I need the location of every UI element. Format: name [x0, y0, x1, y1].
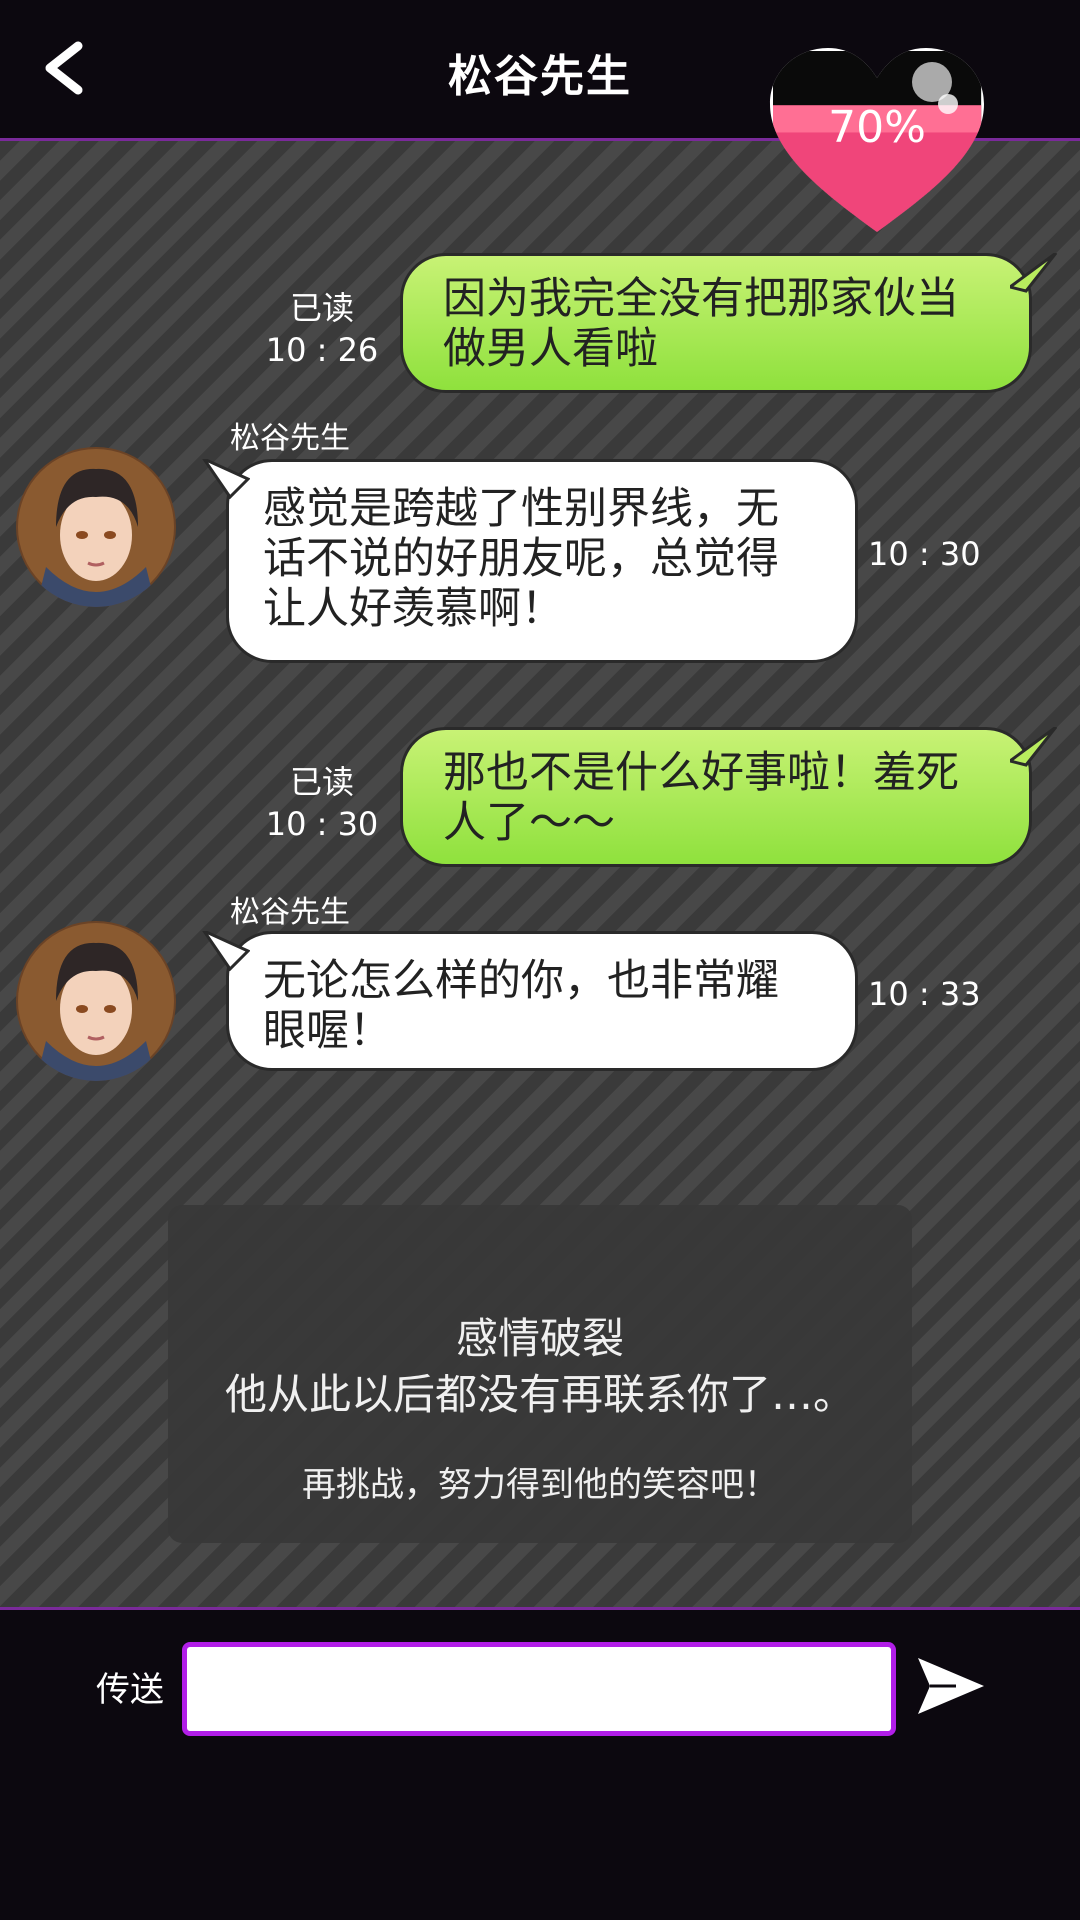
read-status: 已读 10 : 30: [262, 761, 382, 845]
avatar-portrait-icon: [16, 921, 176, 1081]
message-line: 眼喔！: [263, 1006, 392, 1056]
message-line: 无论怎么样的你，也非常耀: [263, 956, 779, 1006]
bubble-tail: [1010, 253, 1058, 293]
my-message-bubble: 因为我完全没有把那家伙当 做男人看啦: [400, 253, 1032, 393]
my-message-bubble: 那也不是什么好事啦！羞死 人了～～: [400, 727, 1032, 867]
input-bar: 传送: [0, 1612, 1080, 1920]
message-line: 让人好羡慕啊！: [263, 584, 564, 634]
bubble-tail: [202, 931, 250, 971]
read-label: 已读: [289, 763, 354, 801]
retry-hint: 再挑战，努力得到他的笑容吧！: [302, 1465, 778, 1505]
bubble-tail: [1010, 727, 1058, 767]
affection-percent: 70%: [828, 102, 926, 153]
partner-message-bubble: 无论怎么样的你，也非常耀 眼喔！: [226, 931, 858, 1071]
message-time: 10 : 30: [868, 535, 981, 573]
breakup-notice-panel: 感情破裂 他从此以后都没有再联系你了…。 再挑战，努力得到他的笑容吧！: [168, 1205, 912, 1543]
send-arrow-icon[interactable]: [916, 1654, 986, 1718]
message-line: 做男人看啦: [443, 324, 658, 374]
avatar[interactable]: [16, 447, 176, 607]
sender-name: 松谷先生: [230, 421, 350, 456]
message-line: 感觉是跨越了性别界线，无: [263, 484, 779, 534]
message-line: 人了～～: [443, 798, 615, 848]
avatar[interactable]: [16, 921, 176, 1081]
message-input[interactable]: [182, 1642, 896, 1736]
read-status: 已读 10 : 26: [262, 287, 382, 371]
message-line: 因为我完全没有把那家伙当: [443, 274, 959, 324]
message-line: 话不说的好朋友呢，总觉得: [263, 534, 779, 584]
message-time: 10 : 33: [868, 975, 981, 1013]
sender-name: 松谷先生: [230, 895, 350, 930]
message-time: 10 : 30: [265, 805, 379, 843]
send-label: 传送: [96, 1670, 164, 1710]
message-time: 10 : 26: [265, 331, 379, 369]
avatar-portrait-icon: [16, 447, 176, 607]
message-line: 那也不是什么好事啦！羞死: [443, 748, 959, 798]
notice-message: 他从此以后都没有再联系你了…。: [224, 1370, 855, 1419]
notice-title: 感情破裂: [455, 1314, 624, 1363]
bubble-tail: [202, 459, 250, 499]
read-label: 已读: [289, 289, 354, 327]
partner-message-bubble: 感觉是跨越了性别界线，无 话不说的好朋友呢，总觉得 让人好羡慕啊！: [226, 459, 858, 663]
chat-area[interactable]: 已读 10 : 26 因为我完全没有把那家伙当 做男人看啦 松谷先生 感觉是跨越…: [0, 138, 1080, 1610]
